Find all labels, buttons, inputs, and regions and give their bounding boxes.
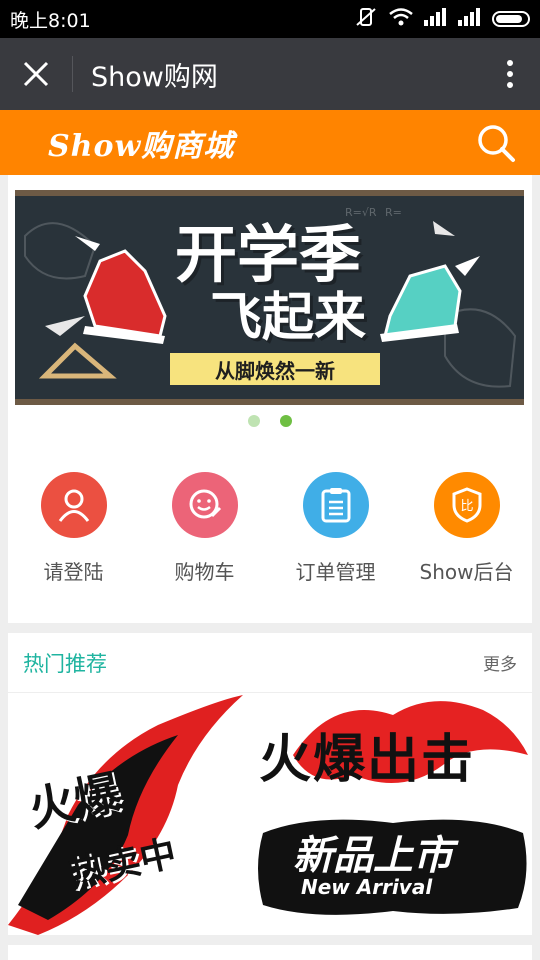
hot-section-header: 热门推荐 更多 [8, 633, 532, 693]
hot-section-title: 热门推荐 [23, 651, 107, 676]
more-link[interactable]: 更多 [483, 650, 517, 675]
status-time: 晚上8:01 [10, 9, 91, 32]
login-entry[interactable]: 请登陆 [14, 472, 134, 585]
top-card: R=√R R= 开学季 飞起来 从脚焕然一新 请登陆 购物车 订单管理 比 Sh… [8, 175, 532, 623]
close-icon [23, 61, 49, 87]
orders-icon-circle [302, 472, 369, 538]
promo-new-arrival[interactable]: 新品上市 New Arrival [253, 813, 532, 923]
shop-logo[interactable]: Show购商城 [48, 121, 234, 165]
red-sneaker [75, 236, 167, 344]
mute-vibrate-icon [354, 7, 378, 31]
cart-icon-circle [171, 472, 238, 538]
status-icons [354, 7, 530, 31]
admin-icon-circle: 比 [433, 472, 500, 538]
search-icon [478, 124, 515, 162]
carousel-dots [8, 415, 532, 427]
cart-entry[interactable]: 购物车 [145, 472, 265, 585]
admin-entry[interactable]: 比 Show后台 [407, 472, 527, 585]
cart-label: 购物车 [174, 560, 235, 584]
admin-label: Show后台 [419, 560, 514, 584]
promo-strike-text: 火爆出击 [259, 730, 476, 790]
smile-edit-icon [189, 489, 221, 519]
banner-carousel[interactable]: R=√R R= 开学季 飞起来 从脚焕然一新 [15, 190, 524, 405]
status-bar: 晚上8:01 [0, 0, 540, 38]
banner-title-line1: 开学季 [175, 218, 362, 291]
orders-label: 订单管理 [295, 560, 376, 584]
title-bar: Show购网 [0, 38, 540, 110]
wifi-icon [388, 7, 414, 31]
title-divider [72, 56, 73, 92]
hot-recommend-section: 热门推荐 更多 火爆 热卖中 火爆出击 新品上市 New Arrival [8, 633, 532, 935]
promo-hot-selling[interactable]: 火爆 热卖中 [8, 695, 248, 935]
svg-text:比: 比 [460, 499, 473, 514]
quick-menu: 请登陆 购物车 订单管理 比 Show后台 [8, 472, 532, 585]
shield-icon: 比 [452, 487, 481, 523]
page-title: Show购网 [91, 61, 218, 93]
user-icon [58, 489, 89, 522]
carousel-dot-1[interactable] [248, 415, 260, 427]
next-section-edge [8, 945, 532, 960]
signal-icon [424, 8, 448, 30]
banner-title-line2: 飞起来 [210, 288, 367, 348]
shop-header: Show购商城 [0, 110, 540, 175]
banner-subtitle: 从脚焕然一新 [170, 353, 380, 385]
promo-hot-strike[interactable]: 火爆出击 [253, 695, 532, 805]
close-button[interactable] [0, 38, 72, 110]
orders-entry[interactable]: 订单管理 [276, 472, 396, 585]
teal-sneaker [380, 256, 480, 342]
more-vertical-icon [507, 60, 513, 88]
carousel-dot-2[interactable] [280, 415, 292, 427]
search-button[interactable] [474, 121, 518, 165]
promo-new-text: 新品上市 [293, 833, 453, 879]
promo-new-sub: New Arrival [301, 875, 433, 899]
login-label: 请登陆 [43, 560, 104, 584]
signal-icon-2 [458, 8, 482, 30]
more-options-button[interactable] [480, 38, 540, 110]
clipboard-icon [321, 488, 350, 523]
login-icon-circle [40, 472, 107, 538]
battery-icon [492, 11, 530, 27]
svg-text:R=: R= [385, 206, 402, 219]
